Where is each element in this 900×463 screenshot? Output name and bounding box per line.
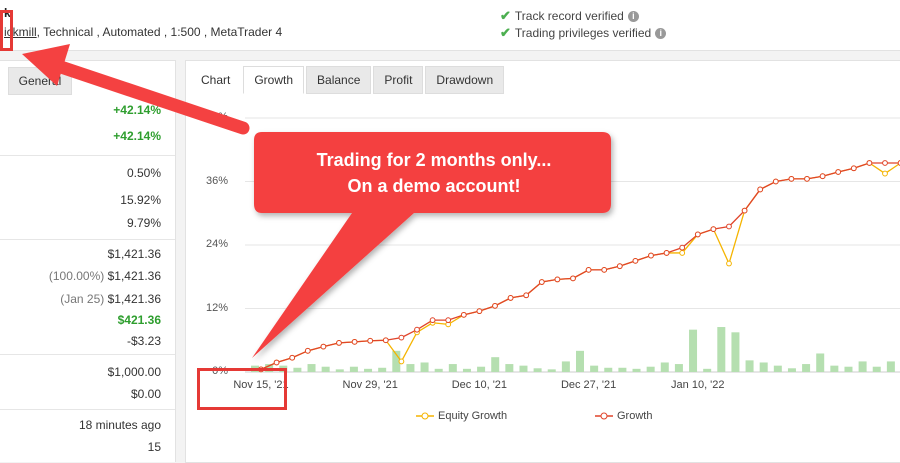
- arrow-to-broker: [22, 44, 250, 135]
- highlight-box-start-date: [197, 368, 287, 410]
- highlight-box-broker: [0, 10, 13, 51]
- annotation-overlay: [22, 44, 611, 358]
- callout-line-2: On a demo account!: [347, 176, 521, 196]
- callout-text: Trading for 2 months only... On a demo a…: [256, 147, 612, 199]
- callout-line-1: Trading for 2 months only...: [316, 150, 552, 170]
